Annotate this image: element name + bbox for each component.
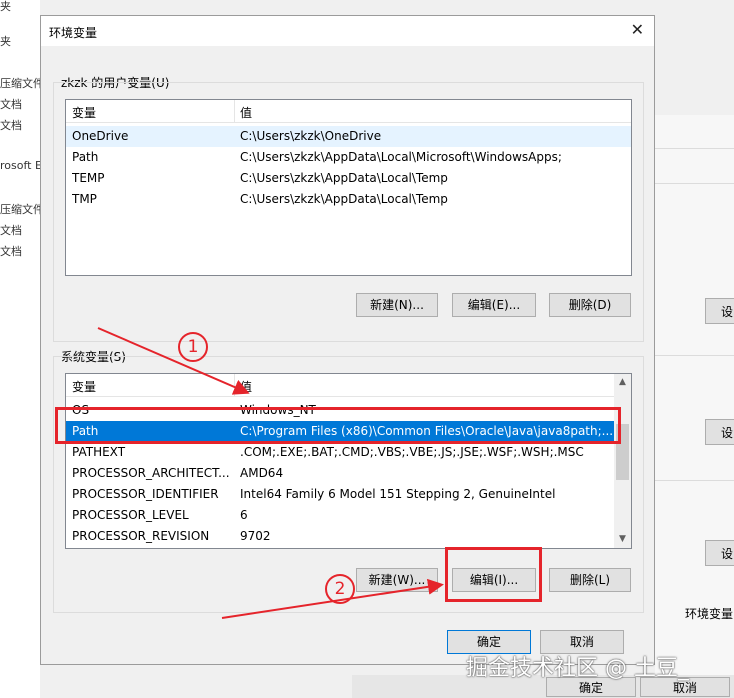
step-marker-1: 1: [178, 332, 208, 362]
step-marker-2: 2: [325, 574, 355, 604]
annotation-arrow-1: [97, 327, 250, 395]
highlight-path-row-box: [55, 407, 621, 444]
highlight-edit-button-box: [445, 547, 542, 602]
watermark: 掘金技术社区 @ 土豆_: [466, 656, 689, 681]
annotation-arrows: [97, 327, 444, 619]
